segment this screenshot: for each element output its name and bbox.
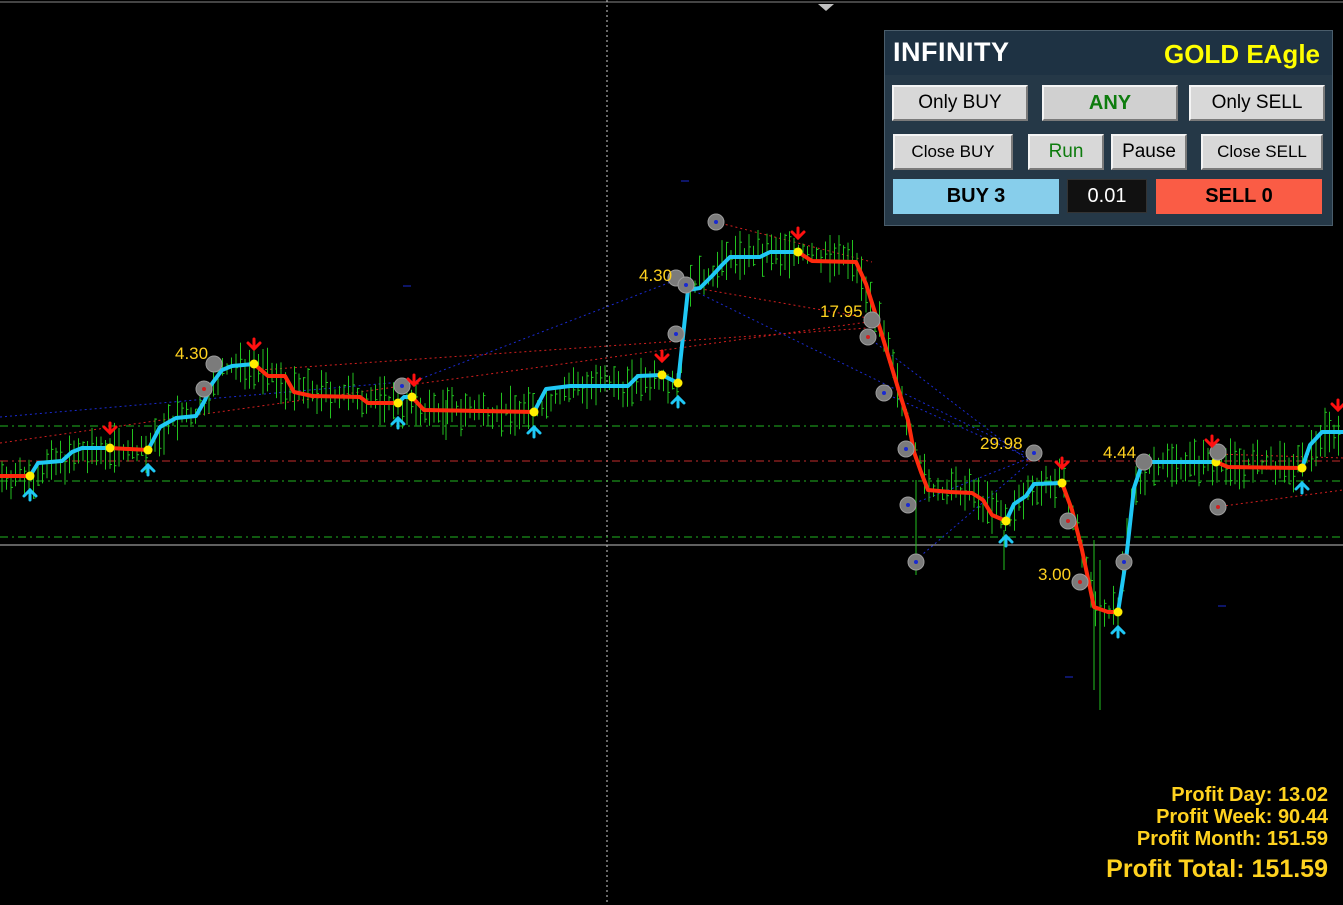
signal-dots xyxy=(25,247,1307,617)
trade-profit-label: 4.30 xyxy=(639,266,672,285)
profit-week: Profit Week: 90.44 xyxy=(1156,806,1328,828)
buy-arrow xyxy=(140,462,156,477)
only-sell-button[interactable]: Only SELL xyxy=(1189,85,1325,121)
trade-profit-label: 4.44 xyxy=(1103,443,1136,462)
lot-size-input[interactable] xyxy=(1067,179,1147,213)
marker-dashes xyxy=(403,180,1226,678)
buy-arrow xyxy=(670,394,686,409)
sell-arrow xyxy=(1054,456,1070,471)
trade-profit-label: 3.00 xyxy=(1038,565,1071,584)
chart-shift-marker[interactable] xyxy=(818,4,834,11)
buy-arrow xyxy=(526,424,542,439)
sell-arrow xyxy=(1330,398,1343,413)
buy-signal-arrows xyxy=(22,394,1310,639)
pause-button[interactable]: Pause xyxy=(1111,134,1187,170)
trade-profit-labels: 4.30 4.30 17.95 29.98 4.44 3.00 xyxy=(175,266,1136,584)
trade-markers xyxy=(195,213,1227,591)
profit-day: Profit Day: 13.02 xyxy=(1171,784,1328,806)
close-sell-button[interactable]: Close SELL xyxy=(1201,134,1323,170)
close-buy-button[interactable]: Close BUY xyxy=(893,134,1013,170)
trend-line xyxy=(0,250,1343,614)
profit-month: Profit Month: 151.59 xyxy=(1136,828,1328,850)
panel-header: INFINITY GOLD EAgle xyxy=(885,31,1332,75)
sell-arrow xyxy=(246,337,262,352)
sell-arrow xyxy=(654,349,670,364)
any-mode-button[interactable]: ANY xyxy=(1042,85,1178,121)
trade-marker-red-centers xyxy=(202,335,1220,584)
buy-arrow xyxy=(1110,624,1126,639)
buy-arrow xyxy=(1294,480,1310,495)
ea-control-panel: INFINITY GOLD EAgle Only BUY ANY Only SE… xyxy=(884,30,1333,226)
run-button[interactable]: Run xyxy=(1028,134,1104,170)
only-buy-button[interactable]: Only BUY xyxy=(892,85,1028,121)
sell-button[interactable]: SELL 0 xyxy=(1156,179,1322,214)
profit-stats: Profit Day: 13.02 Profit Week: 90.44 Pro… xyxy=(1106,784,1328,884)
trade-profit-label: 17.95 xyxy=(820,302,863,321)
buy-button[interactable]: BUY 3 xyxy=(893,179,1059,214)
trade-profit-label: 4.30 xyxy=(175,344,208,363)
profit-total: Profit Total: 151.59 xyxy=(1106,855,1328,883)
panel-title: INFINITY xyxy=(893,37,1010,67)
sell-arrow xyxy=(790,226,806,241)
panel-subtitle: GOLD EAgle xyxy=(1163,39,1320,69)
trade-profit-label: 29.98 xyxy=(980,434,1023,453)
